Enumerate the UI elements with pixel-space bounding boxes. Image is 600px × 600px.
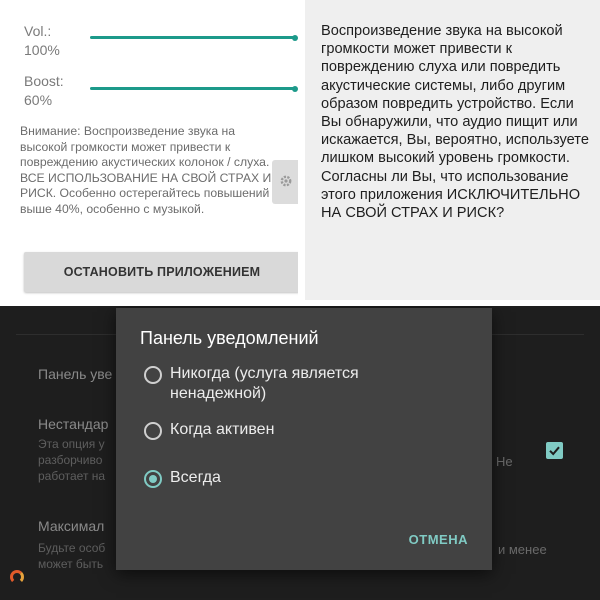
setting-maximum-desc-1: Будьте особ [38,541,106,555]
boost-label-name: Boost: [24,73,64,89]
setting-nonstandard-desc-3: работает на [38,469,106,483]
option-always[interactable]: Всегда [144,468,420,488]
option-when-active[interactable]: Когда активен [144,420,420,440]
radio-when-active[interactable] [144,422,162,440]
option-never[interactable]: Никогда (услуга является ненадежной) [144,364,420,404]
nonstandard-checkbox[interactable] [546,442,563,459]
disclaimer-text: Воспроизведение звука на высокой громкос… [321,23,589,222]
radio-never[interactable] [144,366,162,384]
setting-nonstandard-desc-1: Эта опция у [38,437,105,451]
setting-nonstandard-desc-right: Не [496,454,513,469]
volume-slider[interactable] [90,36,296,39]
sound-settings-panel: Vol.: 100% Boost: 60% Внимание: Воспроиз… [0,0,300,300]
disclaimer-panel: Воспроизведение звука на высокой громкос… [305,0,600,300]
boost-label-value: 60% [24,92,53,108]
dialog-title: Панель уведомлений [140,328,319,348]
option-never-label: Никогда (услуга является ненадежной) [170,365,359,402]
boost-label: Boost: 60% [24,72,64,110]
notification-settings-screen: Панель уве Нестандар Эта опция у разборч… [0,306,600,600]
checkmark-icon [549,446,560,456]
setting-maximum-desc-2: может быть [38,557,104,571]
volume-label: Vol.: 100% [24,22,60,60]
setting-nonstandard-desc-2: разборчиво [38,453,103,467]
option-when-active-label: Когда активен [170,421,275,438]
volume-label-value: 100% [24,42,60,58]
panel-divider [298,0,305,300]
cancel-button[interactable]: ОТМЕНА [409,532,468,547]
gear-icon [279,174,293,191]
boost-slider[interactable] [90,87,296,90]
setting-nonstandard-title[interactable]: Нестандар [38,416,108,432]
setting-maximum-desc-right: и менее [498,542,547,557]
setting-maximum-title[interactable]: Максимал [38,518,104,534]
app-logo-icon [10,570,24,584]
radio-always[interactable] [144,470,162,488]
volume-label-name: Vol.: [24,23,52,39]
warning-text: Внимание: Воспроизведение звука на высок… [20,124,272,216]
stop-app-button[interactable]: ОСТАНОВИТЬ ПРИЛОЖЕНИЕМ [24,252,300,292]
notification-panel-dialog: Панель уведомлений Никогда (услуга являе… [116,308,492,570]
side-settings-button[interactable] [272,160,300,204]
setting-notification-panel[interactable]: Панель уве [38,366,112,382]
option-always-label: Всегда [170,469,221,486]
